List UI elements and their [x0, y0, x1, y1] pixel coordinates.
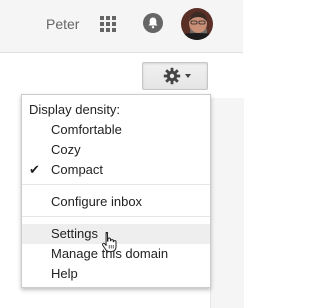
background-panel [210, 98, 244, 308]
avatar-photo [181, 8, 213, 40]
menu-divider [22, 184, 210, 185]
user-name[interactable]: Peter [46, 16, 79, 32]
top-bar: Peter [0, 0, 243, 53]
density-option-label: Cozy [51, 142, 81, 157]
gear-icon [163, 67, 181, 85]
density-option-cozy[interactable]: Cozy [22, 140, 210, 160]
settings-label: Settings [51, 226, 98, 241]
avatar[interactable] [181, 8, 213, 40]
settings-dropdown-menu: Display density: Comfortable Cozy ✔ Comp… [21, 94, 211, 288]
settings-button[interactable] [142, 62, 208, 90]
density-option-label: Compact [51, 162, 104, 177]
caret-down-icon [185, 74, 191, 78]
density-option-label: Comfortable [51, 122, 122, 137]
density-option-compact[interactable]: ✔ Compact [22, 160, 210, 180]
menu-divider [22, 216, 210, 217]
hand-pointer-icon [102, 232, 117, 253]
configure-inbox-label: Configure inbox [51, 194, 143, 209]
display-density-header: Display density: [29, 102, 121, 117]
density-option-comfortable[interactable]: Comfortable [22, 120, 210, 140]
help-item[interactable]: Help [22, 264, 210, 284]
apps-grid-icon[interactable] [98, 14, 118, 34]
checkmark-icon: ✔ [29, 162, 40, 177]
configure-inbox-item[interactable]: Configure inbox [22, 192, 210, 212]
bell-icon[interactable] [142, 12, 164, 34]
help-label: Help [51, 266, 78, 281]
